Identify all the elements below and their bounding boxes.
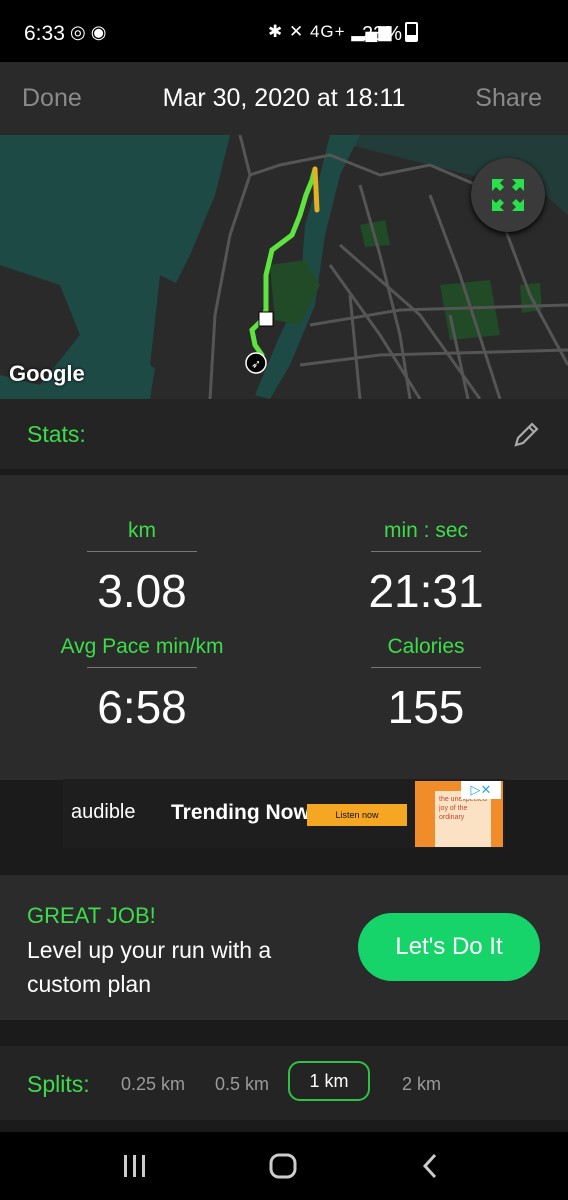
stat-calories: Calories 155 [316,635,536,734]
ad-banner[interactable]: audible Trending Now Listen now the unex… [63,779,505,848]
split-option-0-5[interactable]: 0.5 km [215,1074,269,1095]
mute-icon: ✕ [288,22,305,41]
ad-brand-logo: audible [71,801,136,823]
svg-text:➶: ➶ [251,357,261,371]
status-left-icons: ◎ ◉ [70,22,106,43]
divider [87,667,197,668]
share-button[interactable]: Share [475,84,542,113]
recent-apps-icon[interactable] [120,1152,150,1180]
battery-percent: 23% [362,23,403,45]
google-logo: Google [9,361,85,386]
stat-duration: min : sec 21:31 [316,519,536,618]
pencil-icon[interactable] [512,419,542,449]
home-icon[interactable] [268,1152,298,1180]
system-nav-bar [0,1132,568,1200]
divider [371,667,481,668]
stats-title: Stats: [27,421,86,447]
splits-bar: Splits: 0.25 km 0.5 km 1 km 2 km [0,1046,568,1120]
promo-text: Level up your run with a custom plan [27,937,272,997]
split-option-1-selected[interactable]: 1 km [288,1061,370,1101]
battery-indicator: 23% [362,22,419,46]
stat-value: 3.08 [97,565,187,617]
expand-icon [492,179,524,211]
status-time: 6:33 [24,22,65,45]
stat-label: min : sec [383,519,469,542]
stat-value: 21:31 [368,565,484,617]
whatsapp-icon: ◎ [70,22,86,42]
back-icon[interactable] [416,1152,446,1180]
4g-icon: 4G+ [309,22,346,41]
stat-distance: km 3.08 [32,519,252,618]
ad-headline: Trending Now [171,801,310,824]
spotify-icon: ◉ [90,22,107,42]
lets-do-it-button[interactable]: Let's Do It [358,913,540,981]
stat-value: 6:58 [97,681,187,733]
stat-label: Calories [387,635,465,658]
plan-promo: GREAT JOB! Level up your run with a cust… [0,875,568,1020]
divider [87,551,197,552]
split-option-2[interactable]: 2 km [402,1074,441,1095]
divider [371,551,481,552]
stat-label: Avg Pace min/km [60,635,224,658]
top-bar: Done Mar 30, 2020 at 18:11 Share [0,62,568,135]
promo-title: GREAT JOB! [27,903,156,928]
stat-value: 155 [387,681,465,733]
ad-cta-button[interactable]: Listen now [307,804,407,826]
stats-header: Stats: [0,399,568,469]
ad-choices-icon[interactable]: ▷✕ [461,781,501,799]
ad-book-cover: the unexpected joy of the ordinary [435,791,491,847]
route-hot-segment [312,166,320,213]
route-map[interactable]: ➶ Google [0,135,568,399]
stat-label: km [128,519,156,542]
status-bar: 6:33 ◎ ◉ ✱ ✕ 4G+ ▂▄▆ 23% [0,0,568,62]
expand-map-button[interactable] [471,158,545,232]
stats-panel: km 3.08 min : sec 21:31 Avg Pace min/km … [0,475,568,780]
battery-icon [405,22,419,42]
finish-flag-icon [258,311,274,327]
stat-avg-pace: Avg Pace min/km 6:58 [32,635,252,734]
bluetooth-icon: ✱ [268,22,284,41]
split-option-0-25[interactable]: 0.25 km [121,1074,185,1095]
splits-label: Splits: [27,1071,90,1097]
